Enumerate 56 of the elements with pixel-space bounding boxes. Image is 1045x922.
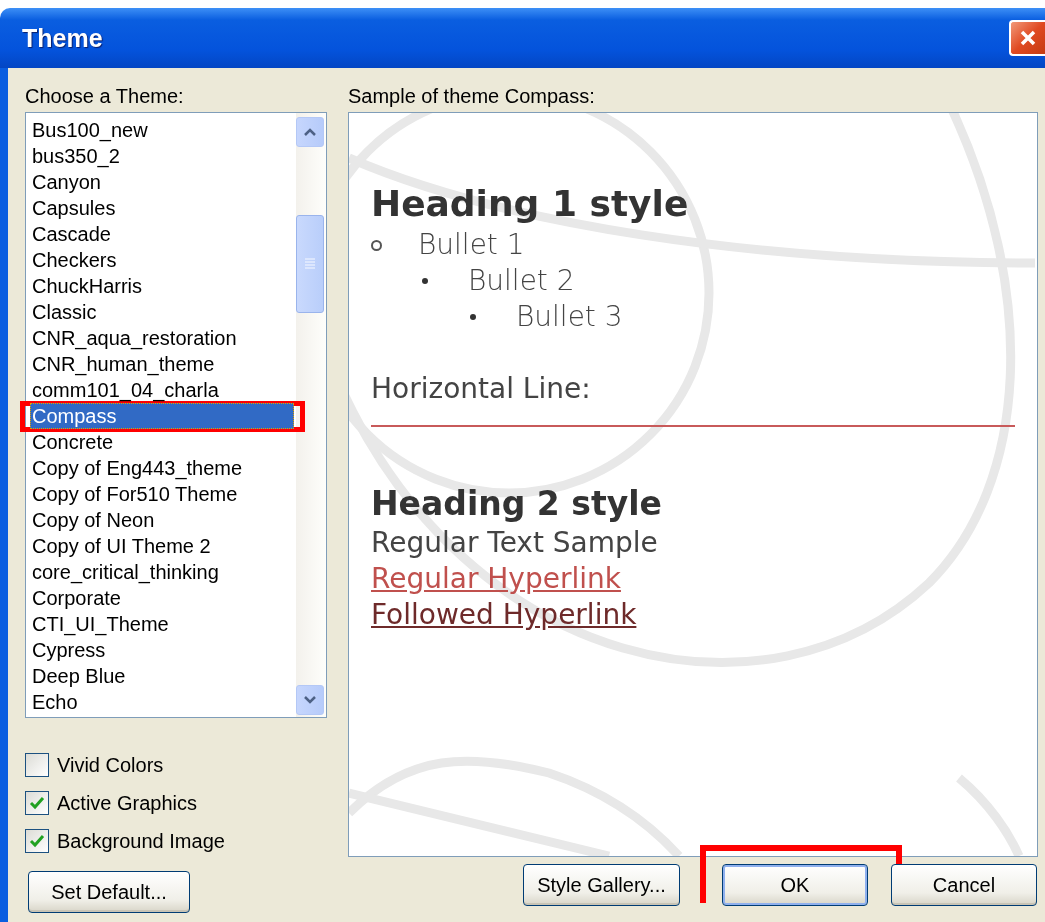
close-icon[interactable] xyxy=(1019,29,1037,47)
bullet-text: Bullet 1 xyxy=(418,227,525,263)
heading-two-sample: Heading 2 style xyxy=(371,483,662,525)
theme-list-item[interactable]: Copy of Eng443_theme xyxy=(30,455,294,481)
theme-list-item[interactable]: Copy of Neon xyxy=(30,507,294,533)
followed-hyperlink-sample[interactable]: Followed Hyperlink xyxy=(371,597,637,633)
theme-list-item[interactable]: CNR_human_theme xyxy=(30,351,294,377)
checkbox-label: Active Graphics xyxy=(57,791,198,815)
scroll-thumb-grip-icon[interactable] xyxy=(305,258,315,270)
ok-button[interactable]: OK xyxy=(722,864,868,906)
heading-one-sample: Heading 1 style xyxy=(371,182,689,226)
checkbox[interactable] xyxy=(25,829,49,853)
bullet-icon xyxy=(470,314,476,320)
theme-list-item[interactable]: Checkers xyxy=(30,247,294,273)
theme-list-item[interactable]: Compass xyxy=(30,403,294,429)
check-icon xyxy=(29,833,45,849)
window-title: Theme xyxy=(22,23,103,53)
regular-text-sample: Regular Text Sample xyxy=(371,525,658,561)
theme-list-item[interactable]: Cypress xyxy=(30,637,294,663)
theme-list-item[interactable]: Canyon xyxy=(30,169,294,195)
preview-label: Sample of theme Compass: xyxy=(348,86,596,109)
theme-list-item[interactable]: comm101_04_charla xyxy=(30,377,294,403)
theme-list-item[interactable]: Copy of For510 Theme xyxy=(30,481,294,507)
bullet-text: Bullet 3 xyxy=(516,299,623,335)
theme-list-item[interactable]: Bus100_new xyxy=(30,117,294,143)
horizontal-line-label: Horizontal Line: xyxy=(371,371,591,407)
hyperlink-sample[interactable]: Regular Hyperlink xyxy=(371,561,621,597)
checkbox-label: Vivid Colors xyxy=(57,753,164,777)
theme-list-item[interactable]: core_critical_thinking xyxy=(30,559,294,585)
check-icon xyxy=(29,795,45,811)
theme-list-item[interactable]: Classic xyxy=(30,299,294,325)
theme-list-item[interactable]: Capsules xyxy=(30,195,294,221)
theme-list-item[interactable]: Concrete xyxy=(30,429,294,455)
theme-list-item[interactable]: Cascade xyxy=(30,221,294,247)
list-label: Choose a Theme: xyxy=(25,86,185,109)
checkbox-label: Background Image xyxy=(57,829,225,853)
style-gallery-button[interactable]: Style Gallery... xyxy=(523,864,680,906)
theme-list-item[interactable]: CNR_aqua_restoration xyxy=(30,325,294,351)
theme-list-item[interactable]: ChuckHarris xyxy=(30,273,294,299)
bullet-text: Bullet 2 xyxy=(468,263,575,299)
bullet-icon xyxy=(422,278,428,284)
cancel-button[interactable]: Cancel xyxy=(891,864,1037,906)
bullet-icon xyxy=(371,239,382,251)
checkbox[interactable] xyxy=(25,753,49,777)
theme-list-item[interactable]: Echo xyxy=(30,689,294,715)
theme-list-item[interactable]: Copy of UI Theme 2 xyxy=(30,533,294,559)
theme-list-item[interactable]: CTI_UI_Theme xyxy=(30,611,294,637)
theme-list-item[interactable]: Deep Blue xyxy=(30,663,294,689)
theme-list-item[interactable]: bus350_2 xyxy=(30,143,294,169)
scrollbar[interactable] xyxy=(296,113,326,717)
set-default-button[interactable]: Set Default... xyxy=(28,871,190,913)
scroll-up-icon[interactable] xyxy=(303,127,317,137)
scroll-down-icon[interactable] xyxy=(303,695,317,705)
checkbox[interactable] xyxy=(25,791,49,815)
theme-list-item[interactable]: Corporate xyxy=(30,585,294,611)
close-button[interactable] xyxy=(1009,20,1045,56)
